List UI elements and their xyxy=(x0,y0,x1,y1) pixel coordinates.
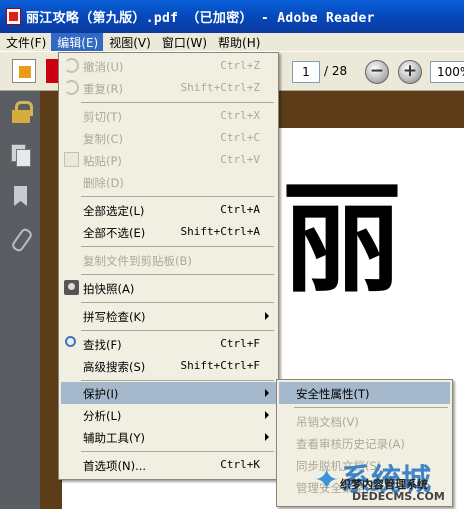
menu-item-label: 全部不选(E) xyxy=(83,226,146,240)
menu-bar: 文件(F) 编辑(E) 视图(V) 窗口(W) 帮助(H) xyxy=(0,33,464,51)
menu-item-select-all[interactable]: 全部选定(L) Ctrl+A xyxy=(61,199,276,221)
create-pdf-icon[interactable] xyxy=(12,59,36,83)
menu-separator xyxy=(81,274,274,275)
watermark: 系统城 织梦内容管理系统 DEDECMS.COM xyxy=(310,455,458,503)
menu-item-copy[interactable]: 复制(C) Ctrl+C xyxy=(61,127,276,149)
plus-icon: + xyxy=(402,61,418,81)
menu-item-protection[interactable]: 保护(I) xyxy=(61,382,276,404)
menu-item-shortcut: Ctrl+K xyxy=(220,458,260,471)
submenu-arrow-icon xyxy=(265,389,269,397)
menu-item-copy-file-to-clipboard[interactable]: 复制文件到剪贴板(B) xyxy=(61,249,276,271)
menu-edit[interactable]: 编辑(E) xyxy=(51,33,104,51)
menu-item-label: 剪切(T) xyxy=(83,110,122,124)
submenu-item-label: 吊销文档(V) xyxy=(296,415,359,429)
search-icon xyxy=(65,336,76,347)
camera-icon xyxy=(64,280,79,295)
menu-item-shortcut: Shift+Ctrl+Z xyxy=(180,81,260,94)
menu-item-shortcut: Ctrl+Z xyxy=(220,59,260,72)
menu-item-shortcut: Ctrl+A xyxy=(220,203,260,216)
menu-item-shortcut: Ctrl+X xyxy=(220,109,260,122)
menu-item-shortcut: Ctrl+V xyxy=(220,153,260,166)
document-heading-char: 丽 xyxy=(282,170,402,309)
menu-separator xyxy=(81,196,274,197)
menu-window[interactable]: 窗口(W) xyxy=(156,33,212,51)
submenu-item-label: 查看审核历史记录(A) xyxy=(296,437,405,451)
menu-item-label: 重复(R) xyxy=(83,82,123,96)
minus-icon: − xyxy=(369,61,385,81)
menu-item-label: 拼写检查(K) xyxy=(83,310,146,324)
menu-item-label: 分析(L) xyxy=(83,409,122,423)
menu-help[interactable]: 帮助(H) xyxy=(212,33,265,51)
menu-item-paste[interactable]: 粘贴(P) Ctrl+V xyxy=(61,149,276,171)
menu-item-preferences[interactable]: 首选项(N)... Ctrl+K xyxy=(61,454,276,476)
paperclip-icon[interactable] xyxy=(11,228,31,250)
title-bar: 丽江攻略（第九版）.pdf （已加密） - Adobe Reader xyxy=(0,0,464,33)
menu-view[interactable]: 视图(V) xyxy=(103,33,156,51)
menu-item-shortcut: Ctrl+F xyxy=(220,337,260,350)
zoom-input[interactable]: 100% xyxy=(430,61,464,83)
edit-menu-dropdown: 撤消(U) Ctrl+Z 重复(R) Shift+Ctrl+Z 剪切(T) Ct… xyxy=(58,52,279,480)
menu-separator xyxy=(81,330,274,331)
menu-item-shortcut: Shift+Ctrl+F xyxy=(180,359,260,372)
menu-item-label: 复制文件到剪贴板(B) xyxy=(83,254,192,268)
menu-item-label: 删除(D) xyxy=(83,176,124,190)
submenu-arrow-icon xyxy=(265,312,269,320)
menu-item-redo[interactable]: 重复(R) Shift+Ctrl+Z xyxy=(61,77,276,99)
menu-separator xyxy=(81,302,274,303)
zoom-out-button[interactable]: − xyxy=(365,60,389,84)
navigation-pane xyxy=(0,91,40,509)
menu-item-shortcut: Ctrl+C xyxy=(220,131,260,144)
menu-item-label: 全部选定(L) xyxy=(83,204,145,218)
menu-separator xyxy=(294,407,448,408)
lock-icon[interactable] xyxy=(11,101,33,123)
zoom-in-button[interactable]: + xyxy=(398,60,422,84)
menu-item-cut[interactable]: 剪切(T) Ctrl+X xyxy=(61,105,276,127)
redo-icon xyxy=(64,80,79,95)
menu-item-accessibility[interactable]: 辅助工具(Y) xyxy=(61,426,276,448)
submenu-arrow-icon xyxy=(265,411,269,419)
menu-item-spell-check[interactable]: 拼写检查(K) xyxy=(61,305,276,327)
menu-item-undo[interactable]: 撤消(U) Ctrl+Z xyxy=(61,55,276,77)
menu-item-advanced-search[interactable]: 高级搜索(S) Shift+Ctrl+F xyxy=(61,355,276,377)
window-title: 丽江攻略（第九版）.pdf （已加密） - Adobe Reader xyxy=(26,11,375,26)
menu-item-analysis[interactable]: 分析(L) xyxy=(61,404,276,426)
page-number-input[interactable]: 1 xyxy=(292,61,320,83)
menu-item-label: 保护(I) xyxy=(83,387,119,401)
menu-item-label: 复制(C) xyxy=(83,132,124,146)
submenu-item-security-properties[interactable]: 安全性属性(T) xyxy=(279,382,450,404)
page-total-label: / 28 xyxy=(324,64,348,78)
menu-separator xyxy=(81,380,274,381)
menu-item-label: 查找(F) xyxy=(83,338,122,352)
paste-icon xyxy=(64,152,79,167)
menu-item-deselect-all[interactable]: 全部不选(E) Shift+Ctrl+A xyxy=(61,221,276,243)
menu-item-snapshot[interactable]: 拍快照(A) xyxy=(61,277,276,299)
menu-item-shortcut: Shift+Ctrl+A xyxy=(180,225,260,238)
menu-item-label: 首选项(N)... xyxy=(83,459,147,473)
undo-icon xyxy=(64,58,79,73)
menu-file[interactable]: 文件(F) xyxy=(0,33,51,51)
bookmark-icon[interactable] xyxy=(11,186,31,208)
submenu-item-view-audit-history[interactable]: 查看审核历史记录(A) xyxy=(279,432,450,454)
menu-item-delete[interactable]: 删除(D) xyxy=(61,171,276,193)
menu-separator xyxy=(81,246,274,247)
watermark-url: DEDECMS.COM xyxy=(352,490,445,503)
submenu-item-label: 安全性属性(T) xyxy=(296,387,370,401)
adobe-reader-icon xyxy=(6,8,21,25)
menu-item-label: 辅助工具(Y) xyxy=(83,431,145,445)
menu-separator xyxy=(81,102,274,103)
submenu-arrow-icon xyxy=(265,433,269,441)
menu-item-label: 粘贴(P) xyxy=(83,154,122,168)
submenu-item-revoke-document[interactable]: 吊销文档(V) xyxy=(279,410,450,432)
pages-icon[interactable] xyxy=(11,144,31,167)
menu-item-label: 拍快照(A) xyxy=(83,282,135,296)
menu-item-label: 高级搜索(S) xyxy=(83,360,146,374)
menu-item-find[interactable]: 查找(F) Ctrl+F xyxy=(61,333,276,355)
menu-item-label: 撤消(U) xyxy=(83,60,124,74)
menu-separator xyxy=(81,451,274,452)
